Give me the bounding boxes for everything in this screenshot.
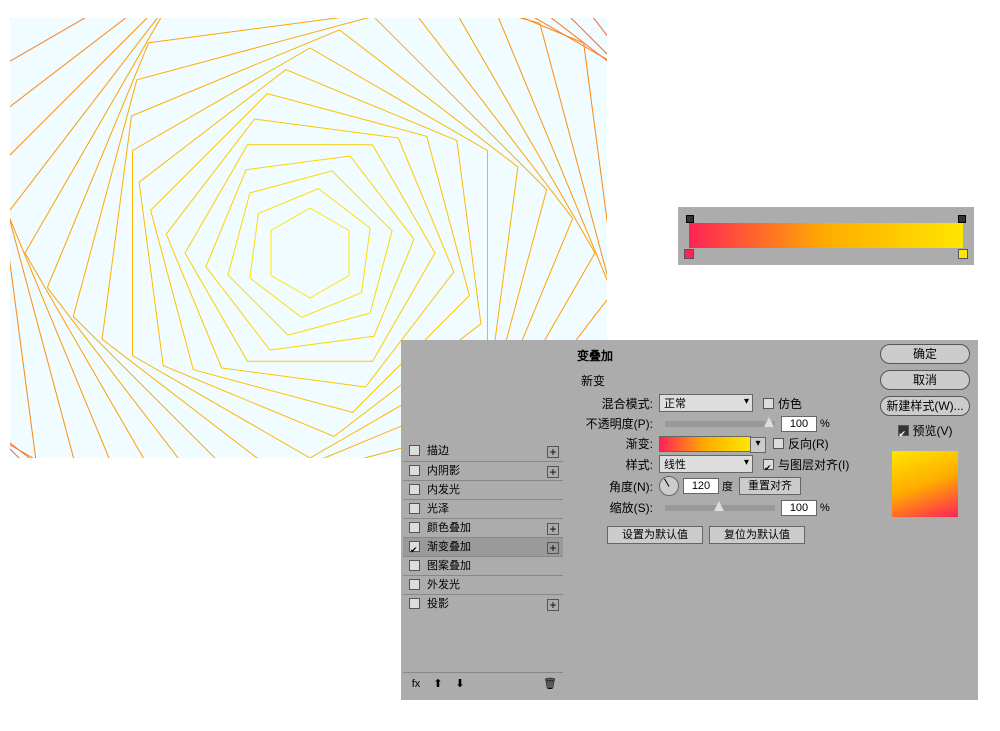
fx-add-icon[interactable]: +	[547, 446, 559, 458]
gradient-overlay-settings: 变叠加 新变 混合模式: 正常 仿色 不透明度(P): 100 % 渐变: 反向…	[573, 344, 851, 544]
opacity-label: 不透明度(P):	[581, 415, 653, 432]
fx-item-7[interactable]: 外发光	[403, 575, 563, 594]
gradient-editor-strip[interactable]	[678, 207, 974, 265]
fx-item-label: 外发光	[427, 579, 460, 591]
fx-checkbox[interactable]	[409, 541, 420, 552]
blend-mode-label: 混合模式:	[581, 395, 653, 412]
fx-checkbox[interactable]	[409, 484, 420, 495]
align-checkbox[interactable]	[763, 459, 774, 470]
reset-align-button[interactable]: 重置对齐	[739, 477, 801, 495]
fx-item-label: 内发光	[427, 484, 460, 496]
panel-title: 变叠加	[573, 344, 851, 370]
new-style-button[interactable]: 新建样式(W)...	[880, 396, 970, 416]
dialog-buttons: 确定 取消 新建样式(W)... 预览(V)	[880, 344, 970, 517]
gradient-picker[interactable]	[659, 436, 751, 452]
color-stop-left[interactable]	[684, 249, 694, 259]
move-up-icon[interactable]: ⬆	[431, 677, 445, 691]
style-label: 样式:	[581, 456, 653, 473]
gradient-label: 渐变:	[581, 435, 653, 452]
layer-style-dialog: 描边 + 内阴影 + 内发光光泽颜色叠加 + 渐变叠加 + 图案叠加外发光投影 + fx ⬆ ⬇ …	[401, 340, 978, 700]
fx-item-label: 颜色叠加	[427, 522, 471, 534]
effects-footer: fx ⬆ ⬇ 🗑	[403, 672, 563, 694]
fx-add-icon[interactable]: +	[547, 523, 559, 535]
trash-icon[interactable]: 🗑	[543, 677, 557, 691]
reverse-checkbox[interactable]	[773, 438, 784, 449]
fx-item-8[interactable]: 投影 +	[403, 594, 563, 613]
preview-label: 预览(V)	[913, 422, 953, 439]
angle-input[interactable]: 120	[683, 478, 719, 494]
opacity-input[interactable]: 100	[781, 416, 817, 432]
color-stop-right[interactable]	[958, 249, 968, 259]
preview-checkbox[interactable]	[898, 425, 909, 436]
fx-item-6[interactable]: 图案叠加	[403, 556, 563, 575]
effects-list: 描边 + 内阴影 + 内发光光泽颜色叠加 + 渐变叠加 + 图案叠加外发光投影 + fx ⬆ ⬇ …	[403, 442, 563, 694]
scale-unit: %	[820, 502, 830, 514]
fx-item-5[interactable]: 渐变叠加 +	[403, 537, 563, 556]
fx-checkbox[interactable]	[409, 598, 420, 609]
fx-item-2[interactable]: 内发光	[403, 480, 563, 499]
fx-item-1[interactable]: 内阴影 +	[403, 461, 563, 480]
fx-checkbox[interactable]	[409, 503, 420, 514]
fx-checkbox[interactable]	[409, 522, 420, 533]
ok-button[interactable]: 确定	[880, 344, 970, 364]
style-select[interactable]: 线性	[659, 455, 753, 473]
group-title: 新变	[573, 370, 851, 391]
opacity-slider[interactable]	[665, 421, 775, 427]
opacity-stop-right[interactable]	[958, 215, 966, 223]
opacity-stop-left[interactable]	[686, 215, 694, 223]
fx-add-icon[interactable]: +	[547, 542, 559, 554]
fx-checkbox[interactable]	[409, 465, 420, 476]
dither-label: 仿色	[778, 395, 802, 412]
reverse-label: 反向(R)	[788, 435, 829, 452]
opacity-unit: %	[820, 418, 830, 430]
fx-item-label: 内阴影	[427, 465, 460, 477]
fx-add-icon[interactable]: +	[547, 466, 559, 478]
fx-menu-icon[interactable]: fx	[409, 677, 423, 691]
scale-input[interactable]: 100	[781, 500, 817, 516]
fx-item-label: 投影	[427, 598, 449, 610]
angle-unit: 度	[722, 478, 733, 494]
scale-slider[interactable]	[665, 505, 775, 511]
set-default-button[interactable]: 设置为默认值	[607, 526, 703, 544]
fx-item-label: 描边	[427, 445, 449, 457]
move-down-icon[interactable]: ⬇	[453, 677, 467, 691]
fx-item-0[interactable]: 描边 +	[403, 442, 563, 461]
preview-swatch	[892, 451, 958, 517]
cancel-button[interactable]: 取消	[880, 370, 970, 390]
scale-label: 缩放(S):	[581, 499, 653, 516]
align-label: 与图层对齐(I)	[778, 456, 849, 473]
fx-item-3[interactable]: 光泽	[403, 499, 563, 518]
angle-dial[interactable]	[659, 476, 679, 496]
dither-checkbox[interactable]	[763, 398, 774, 409]
blend-mode-select[interactable]: 正常	[659, 394, 753, 412]
fx-add-icon[interactable]: +	[547, 599, 559, 611]
fx-item-label: 渐变叠加	[427, 541, 471, 553]
fx-checkbox[interactable]	[409, 445, 420, 456]
fx-item-label: 光泽	[427, 503, 449, 515]
fx-item-4[interactable]: 颜色叠加 +	[403, 518, 563, 537]
gradient-ramp[interactable]	[689, 223, 963, 248]
fx-checkbox[interactable]	[409, 560, 420, 571]
fx-checkbox[interactable]	[409, 579, 420, 590]
reset-default-button[interactable]: 复位为默认值	[709, 526, 805, 544]
fx-item-label: 图案叠加	[427, 560, 471, 572]
angle-label: 角度(N):	[581, 478, 653, 495]
